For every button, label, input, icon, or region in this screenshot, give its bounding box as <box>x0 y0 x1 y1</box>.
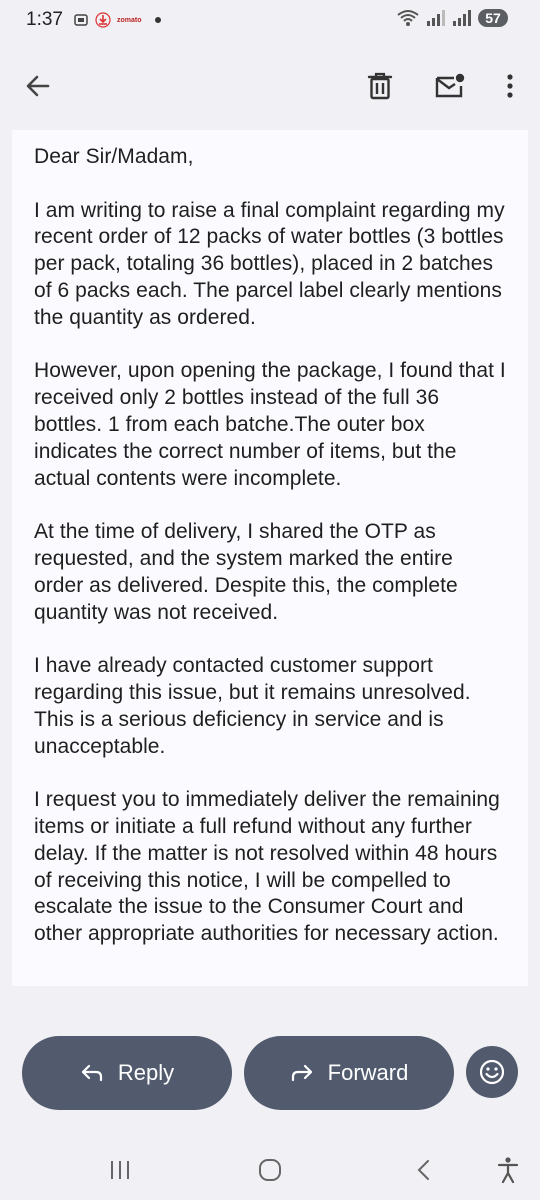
status-right: 57 <box>396 9 508 27</box>
chevron-left-icon <box>417 1160 429 1180</box>
mark-unread-button[interactable] <box>428 64 472 108</box>
delete-button[interactable] <box>358 64 402 108</box>
forward-button[interactable]: Forward <box>244 1036 454 1110</box>
email-toolbar <box>0 52 540 120</box>
wifi-icon <box>397 10 419 26</box>
mark-unread-icon <box>435 73 465 98</box>
email-paragraph: I have already contacted customer suppor… <box>34 654 471 758</box>
trash-icon <box>367 72 393 100</box>
system-navigation-bar <box>0 1140 540 1200</box>
notification-brand: zomato <box>116 16 142 24</box>
download-icon <box>95 12 111 28</box>
screenshot-icon <box>74 14 88 26</box>
email-paragraph: I am writing to raise a final complaint … <box>34 198 505 329</box>
forward-icon <box>291 1064 312 1082</box>
notification-icons: zomato <box>73 12 162 28</box>
accessibility-button[interactable] <box>490 1152 526 1188</box>
back-button[interactable] <box>16 64 60 108</box>
battery-level: 57 <box>478 9 508 27</box>
recents-button[interactable] <box>102 1152 138 1188</box>
emoji-reaction-button[interactable] <box>466 1046 518 1098</box>
email-paragraph: At the time of delivery, I shared the OT… <box>34 520 458 624</box>
system-back-button[interactable] <box>406 1152 442 1188</box>
more-vert-icon <box>507 74 513 98</box>
reply-icon <box>81 1064 102 1082</box>
more-notifications-dot <box>155 17 162 23</box>
home-icon <box>259 1159 281 1181</box>
email-paragraph: I request you to immediately deliver the… <box>34 788 500 946</box>
recents-icon <box>111 1161 129 1179</box>
arrow-left-icon <box>26 75 50 97</box>
accessibility-icon <box>497 1157 519 1184</box>
home-button[interactable] <box>252 1152 288 1188</box>
more-options-button[interactable] <box>488 64 532 108</box>
smiley-icon <box>479 1059 505 1085</box>
forward-label: Forward <box>327 1060 409 1085</box>
signal-icon-1 <box>427 10 445 26</box>
status-bar: 1:37 zomato 57 <box>0 0 540 40</box>
email-body: Dear Sir/Madam, I am writing to raise a … <box>12 130 528 986</box>
signal-icon-2 <box>453 10 471 26</box>
reply-button[interactable]: Reply <box>22 1036 232 1110</box>
email-paragraph: However, upon opening the package, I fou… <box>34 359 506 490</box>
email-actions: Reply Forward <box>0 1036 540 1110</box>
reply-label: Reply <box>117 1060 175 1085</box>
status-time: 1:37 <box>26 9 63 30</box>
email-greeting: Dear Sir/Madam, <box>34 145 194 168</box>
